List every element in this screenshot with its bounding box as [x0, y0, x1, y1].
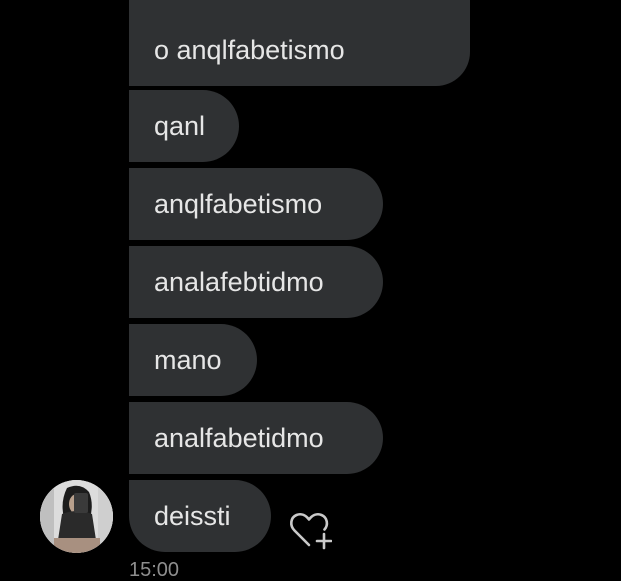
message-bubble[interactable]: deissti: [129, 480, 271, 552]
message-bubble[interactable]: o anqlfabetismo: [129, 0, 470, 86]
avatar-photo: [40, 480, 113, 553]
message-text: deissti: [154, 501, 231, 531]
message-text: anqlfabetismo: [154, 189, 323, 219]
message-text: qanl: [154, 111, 206, 141]
message-bubble[interactable]: anqlfabetismo: [129, 168, 383, 240]
message-text: analafebtidmo: [154, 267, 324, 297]
message-bubble[interactable]: mano: [129, 324, 257, 396]
message-bubble[interactable]: analfabetidmo: [129, 402, 383, 474]
message-timestamp: 15:00: [129, 559, 180, 581]
message-text: o anqlfabetismo: [154, 35, 345, 65]
message-text: mano: [154, 345, 222, 375]
user-avatar[interactable]: [40, 480, 113, 553]
message-bubble[interactable]: qanl: [129, 90, 239, 162]
heart-plus-icon[interactable]: [286, 506, 333, 552]
message-text: analfabetidmo: [154, 423, 324, 453]
message-bubble[interactable]: analafebtidmo: [129, 246, 383, 318]
